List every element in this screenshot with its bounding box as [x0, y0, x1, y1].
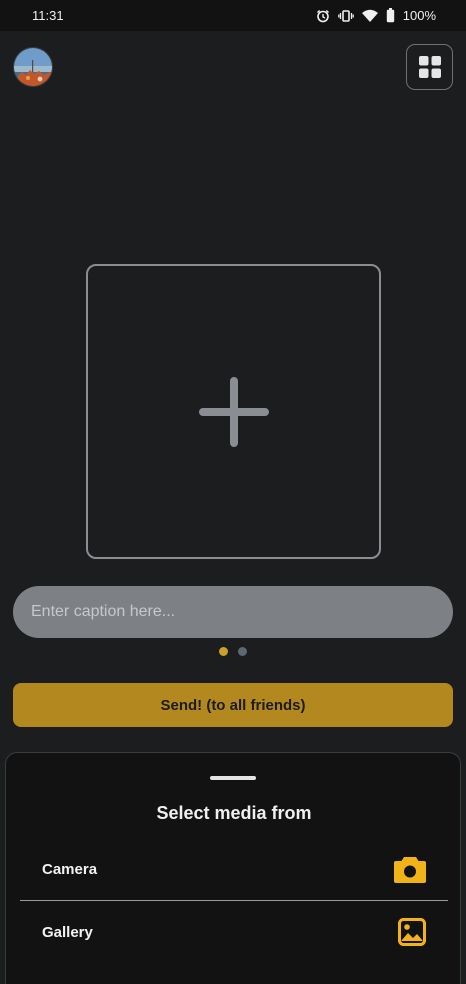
vibrate-icon [337, 9, 354, 22]
wifi-icon [361, 9, 378, 22]
avatar-image [14, 48, 52, 86]
camera-option[interactable]: Camera [20, 838, 448, 900]
add-media-box[interactable] [86, 264, 381, 559]
battery-icon [386, 8, 394, 23]
gallery-option[interactable]: Gallery [20, 901, 448, 963]
camera-icon [394, 857, 426, 883]
gallery-icon [398, 918, 426, 946]
sheet-title: Select media from [156, 803, 312, 823]
add-icon [198, 376, 269, 447]
alarm-icon [316, 9, 329, 22]
camera-option-label: Camera [42, 860, 98, 878]
grid-view-button[interactable] [406, 44, 453, 90]
grid-icon [418, 56, 441, 78]
page-indicator [0, 647, 466, 657]
status-icons: 100% [316, 8, 436, 23]
caption-input[interactable] [13, 586, 453, 638]
page-dot-active [219, 647, 228, 656]
sheet-drag-handle[interactable] [210, 776, 256, 780]
profile-avatar[interactable] [13, 47, 53, 87]
page-dot [238, 647, 247, 656]
status-time: 11:31 [32, 8, 64, 23]
send-button-label: Send! (to all friends) [160, 696, 306, 714]
send-button[interactable]: Send! (to all friends) [13, 683, 453, 727]
status-bar: 11:31 100% [0, 0, 466, 31]
battery-percentage: 100% [402, 8, 436, 23]
media-source-sheet: Select media from Camera Gallery [5, 752, 461, 984]
gallery-option-label: Gallery [42, 923, 93, 941]
